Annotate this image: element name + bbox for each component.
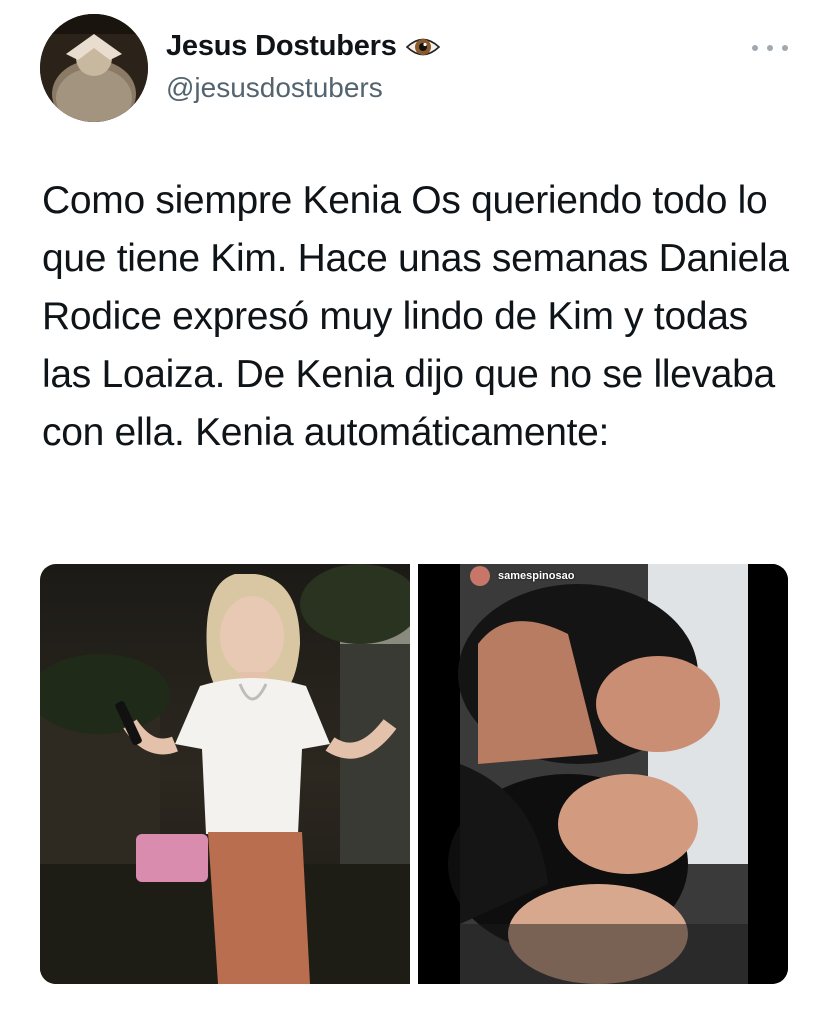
more-dot	[752, 45, 758, 51]
author-name-row: Jesus Dostubers	[166, 30, 441, 63]
more-dot	[782, 45, 788, 51]
more-options-icon[interactable]	[752, 36, 788, 60]
tweet-media: samespinosao	[40, 564, 788, 984]
media-photo-left[interactable]	[40, 564, 410, 984]
avatar-image	[40, 14, 148, 122]
overlay-username: samespinosao	[498, 570, 575, 582]
photo-three-women-selfie	[418, 564, 788, 984]
author-handle[interactable]: @jesusdostubers	[166, 72, 383, 104]
tweet-text: Como siempre Kenia Os queriendo todo lo …	[42, 179, 789, 454]
author-avatar[interactable]	[40, 14, 148, 122]
eye-icon	[405, 32, 441, 62]
more-dot	[767, 45, 773, 51]
media-photo-right[interactable]: samespinosao	[418, 564, 788, 984]
photo-woman-white-top	[40, 564, 410, 984]
author-display-name[interactable]: Jesus Dostubers	[166, 30, 397, 63]
